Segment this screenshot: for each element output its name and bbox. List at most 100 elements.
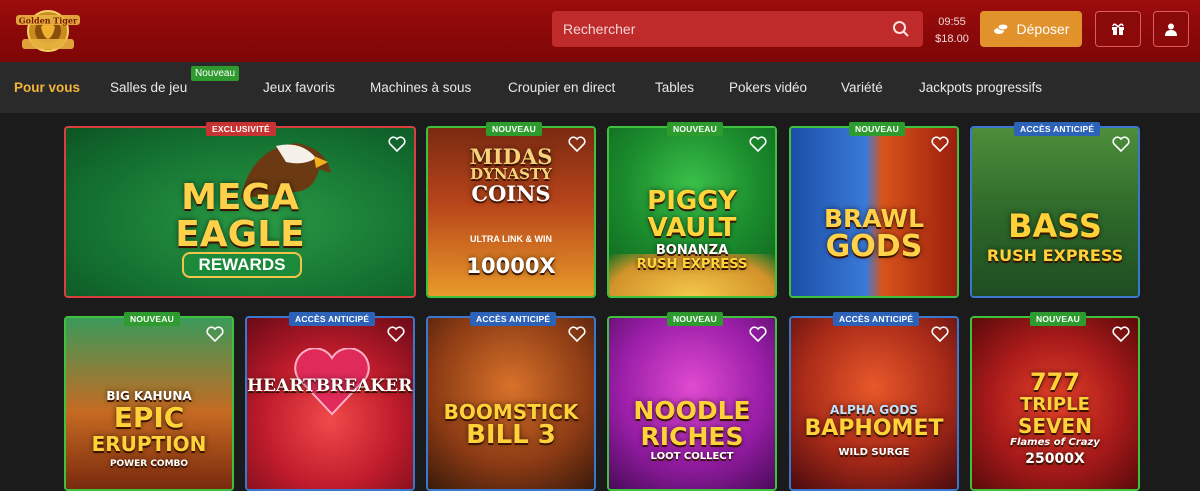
- category-nav: Pour vous Salles de jeu Nouveau Jeux fav…: [0, 62, 1200, 113]
- game-tile-alpha-gods-baphomet[interactable]: ALPHA GODS BAPHOMET WILD SURGE: [789, 316, 959, 491]
- new-badge: Nouveau: [191, 66, 240, 81]
- title-line: EAGLE: [175, 213, 305, 255]
- time-balance: 09:55 $18.00: [932, 14, 972, 48]
- exclusive-badge: EXCLUSIVITÉ: [206, 122, 276, 136]
- heart-icon[interactable]: [206, 326, 224, 342]
- game-tile-piggy-vault[interactable]: PIGGY VAULT BONANZA RUSH EXPRESS: [607, 126, 777, 298]
- search-placeholder: Rechercher: [563, 21, 636, 37]
- game-subtitle: WILD SURGE: [838, 447, 910, 458]
- badge-container: NOUVEAU: [124, 309, 180, 327]
- game-tile-heartbreakers[interactable]: HEARTBREAKERS: [245, 316, 415, 491]
- heart-icon[interactable]: [931, 136, 949, 152]
- tab-jeux-favoris[interactable]: Jeux favoris: [263, 80, 335, 95]
- gift-icon: [1112, 23, 1124, 35]
- title-line: VAULT: [647, 212, 737, 243]
- top-bar: Golden Tiger Rechercher 09:55 $18.00 Dép…: [0, 0, 1200, 62]
- heart-icon[interactable]: [1112, 326, 1130, 342]
- account-button[interactable]: [1153, 11, 1189, 47]
- badge-container: NOUVEAU: [667, 119, 723, 137]
- game-tile-mega-eagle[interactable]: MEGA EAGLE REWARDS: [64, 126, 416, 298]
- title-line: SEVEN: [1018, 414, 1092, 438]
- game-subtitle: BONANZA: [655, 243, 729, 258]
- game-subtitle: REWARDS: [182, 252, 302, 278]
- game-tile-midas-dynasty[interactable]: MIDAS DYNASTY COINS ULTRA LINK & WIN 100…: [426, 126, 596, 298]
- title-line: ALPHA GODS: [830, 403, 918, 417]
- game-tile-boomstick-bill[interactable]: BOOMSTICK BILL 3: [426, 316, 596, 491]
- game-tile-brawl-gods[interactable]: BRAWL GODS: [789, 126, 959, 298]
- search-icon[interactable]: [892, 20, 910, 38]
- heart-icon[interactable]: [387, 326, 405, 342]
- early-access-badge: ACCÈS ANTICIPÉ: [1014, 122, 1101, 136]
- search-input[interactable]: Rechercher: [552, 11, 923, 47]
- game-title: BASS: [1008, 207, 1102, 245]
- game-title: PIGGY VAULT: [609, 188, 775, 241]
- gift-button[interactable]: [1095, 11, 1141, 47]
- badge-container: NOUVEAU: [486, 119, 542, 137]
- game-subtitle: RUSH EXPRESS: [986, 246, 1124, 265]
- badge-container: ACCÈS ANTICIPÉ: [833, 309, 920, 327]
- heart-icon[interactable]: [931, 326, 949, 342]
- game-title: HEARTBREAKERS: [247, 376, 415, 396]
- game-title: BRAWL GODS: [791, 206, 957, 262]
- title-line: GODS: [825, 228, 923, 264]
- user-icon: [1165, 23, 1177, 36]
- heart-icon[interactable]: [568, 326, 586, 342]
- tab-variete[interactable]: Variété: [841, 80, 883, 95]
- title-line: BAPHOMET: [804, 416, 944, 441]
- game-tile-triple-seven[interactable]: 777 TRIPLE SEVEN Flames of Crazy 25000X: [970, 316, 1140, 491]
- badge-container: NOUVEAU: [1030, 309, 1086, 327]
- deposit-label: Déposer: [1016, 21, 1070, 37]
- tab-croupier-en-direct[interactable]: Croupier en direct: [508, 80, 615, 95]
- logo-text: Golden Tiger: [19, 16, 78, 26]
- title-line: ERUPTION: [91, 432, 207, 456]
- game-tile-bass-rush-express[interactable]: BASS RUSH EXPRESS: [970, 126, 1140, 298]
- game-title: MIDAS DYNASTY COINS: [428, 146, 594, 205]
- new-badge: NOUVEAU: [849, 122, 905, 136]
- title-line: EPIC: [113, 401, 185, 434]
- badge-container: NOUVEAU: [849, 119, 905, 137]
- tab-pokers-video[interactable]: Pokers vidéo: [729, 80, 807, 95]
- tab-jackpots-progressifs[interactable]: Jackpots progressifs: [919, 80, 1042, 95]
- game-multiplier: 25000X: [1025, 451, 1085, 467]
- badge-container: EXCLUSIVITÉ: [206, 119, 276, 137]
- badge-container: ACCÈS ANTICIPÉ: [470, 309, 557, 327]
- game-subtitle: Flames of Crazy: [1010, 437, 1100, 448]
- game-tile-noodle-riches[interactable]: NOODLE RICHES LOOT COLLECT: [607, 316, 777, 491]
- badge-container: ACCÈS ANTICIPÉ: [1014, 119, 1101, 137]
- badge-container: NOUVEAU: [667, 309, 723, 327]
- heart-icon[interactable]: [568, 136, 586, 152]
- game-subtitle: ULTRA LINK & WIN: [470, 234, 552, 244]
- heart-icon[interactable]: [749, 136, 767, 152]
- tab-machines-a-sous[interactable]: Machines à sous: [370, 80, 471, 95]
- game-feature: RUSH EXPRESS: [636, 257, 748, 272]
- title-line: 777: [1029, 368, 1081, 396]
- early-access-badge: ACCÈS ANTICIPÉ: [470, 312, 557, 326]
- tab-tables[interactable]: Tables: [655, 80, 694, 95]
- clock-time: 09:55: [938, 16, 966, 28]
- game-title: NOODLE RICHES: [609, 398, 775, 449]
- title-line: MEGA: [181, 177, 299, 218]
- title-line: TRIPLE: [1020, 394, 1090, 415]
- coins-icon: [993, 23, 1009, 34]
- new-badge: NOUVEAU: [667, 122, 723, 136]
- tab-pour-vous[interactable]: Pour vous: [14, 80, 80, 95]
- game-title: MEGA EAGLE: [66, 177, 414, 255]
- early-access-badge: ACCÈS ANTICIPÉ: [289, 312, 376, 326]
- badge-container: ACCÈS ANTICIPÉ: [289, 309, 376, 327]
- new-badge: NOUVEAU: [486, 122, 542, 136]
- game-title: BOOMSTICK BILL 3: [428, 402, 594, 449]
- heart-icon[interactable]: [388, 136, 406, 152]
- heart-icon[interactable]: [1112, 136, 1130, 152]
- golden-tiger-logo[interactable]: Golden Tiger: [12, 3, 84, 59]
- new-badge: NOUVEAU: [667, 312, 723, 326]
- game-subtitle: LOOT COLLECT: [650, 451, 734, 462]
- game-multiplier: 10000X: [466, 254, 556, 278]
- account-balance: $18.00: [935, 33, 969, 45]
- heart-icon[interactable]: [749, 326, 767, 342]
- game-tile-big-kahuna[interactable]: BIG KAHUNA EPIC ERUPTION POWER COMBO: [64, 316, 234, 491]
- new-badge: NOUVEAU: [124, 312, 180, 326]
- title-line: NOODLE: [633, 396, 751, 425]
- title-line: BRAWL: [823, 204, 925, 233]
- tab-salles-de-jeu[interactable]: Salles de jeu: [110, 80, 187, 95]
- deposit-button[interactable]: Déposer: [980, 11, 1082, 47]
